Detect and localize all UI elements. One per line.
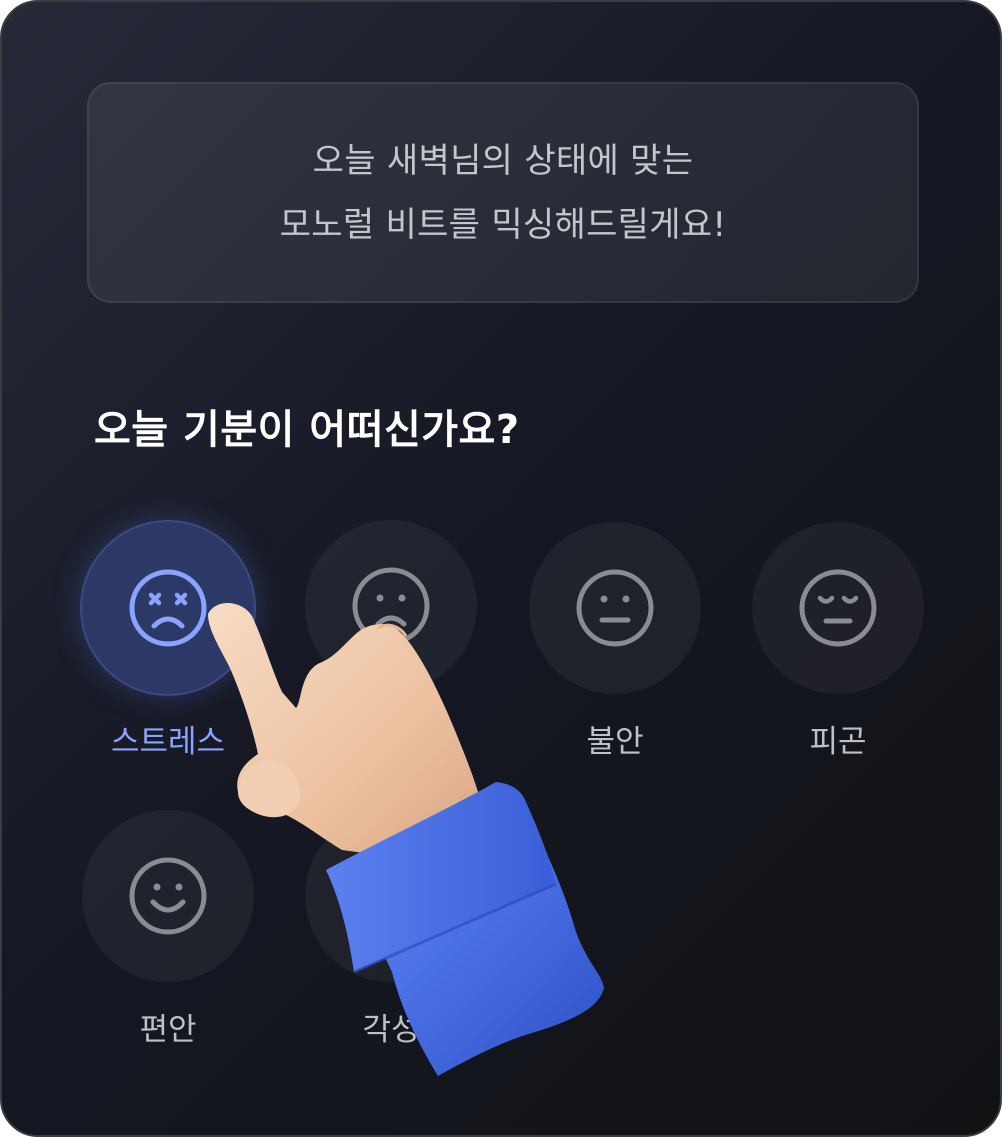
mood-circle [305, 520, 477, 692]
mood-option-anxious[interactable]: 불안 [527, 522, 703, 761]
tired-face-icon [799, 569, 877, 647]
intro-banner: 오늘 새벽님의 상태에 맞는 모노럴 비트를 믹싱해드릴게요! [87, 82, 919, 303]
sad-face-icon [352, 567, 430, 645]
mood-selection-card: 오늘 새벽님의 상태에 맞는 모노럴 비트를 믹싱해드릴게요! 오늘 기분이 어… [0, 0, 1002, 1137]
banner-line-1: 오늘 새벽님의 상태에 맞는 [312, 140, 694, 181]
mood-circle [529, 522, 701, 694]
mood-label: 불안 [586, 724, 644, 760]
mood-option-tired[interactable]: 피곤 [750, 522, 926, 761]
banner-line-2: 모노럴 비트를 믹싱해드릴게요! [279, 204, 727, 245]
mood-option-sad[interactable] [303, 520, 479, 714]
mood-circle [305, 810, 477, 982]
mood-circle [82, 810, 254, 982]
mood-label: 각성 [362, 1012, 420, 1048]
mood-option-awake[interactable]: 각성 [303, 810, 479, 1049]
mood-option-stress[interactable]: 스트레스 [80, 522, 256, 761]
mood-option-calm[interactable]: 편안 [80, 810, 256, 1049]
mood-label: 스트레스 [110, 724, 226, 760]
smile-face-icon [129, 857, 207, 935]
mood-label: 편안 [139, 1012, 197, 1048]
mood-circle [752, 522, 924, 694]
mood-circle [82, 522, 254, 694]
neutral-face-icon [576, 569, 654, 647]
stressed-face-icon [129, 569, 207, 647]
awake-face-icon [352, 857, 430, 935]
mood-label: 피곤 [809, 724, 867, 760]
mood-question: 오늘 기분이 어떠신가요? [94, 407, 520, 453]
